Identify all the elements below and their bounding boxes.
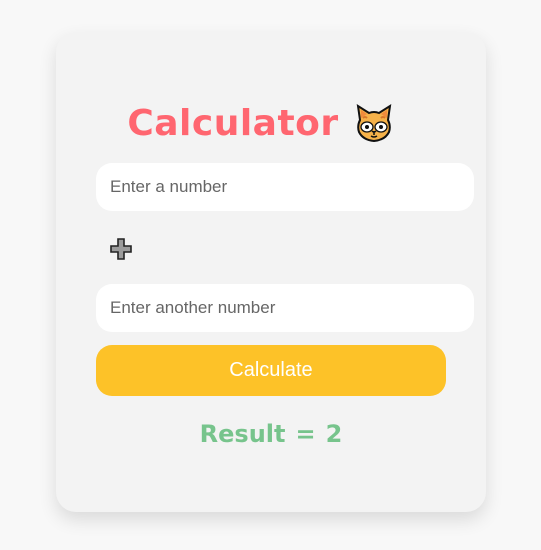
title-row: Calculator <box>96 96 426 150</box>
calculate-button[interactable]: Calculate <box>96 345 446 396</box>
result-value: 2 <box>325 420 343 448</box>
cat-face-icon <box>356 103 391 143</box>
result-label: Result <box>199 420 286 448</box>
second-number-input[interactable] <box>96 284 474 332</box>
plus-icon <box>110 238 132 260</box>
page-title: Calculator <box>127 102 339 144</box>
result-separator: = <box>295 420 316 448</box>
result-output: Result = 2 <box>96 416 446 452</box>
first-number-input[interactable] <box>96 163 474 211</box>
